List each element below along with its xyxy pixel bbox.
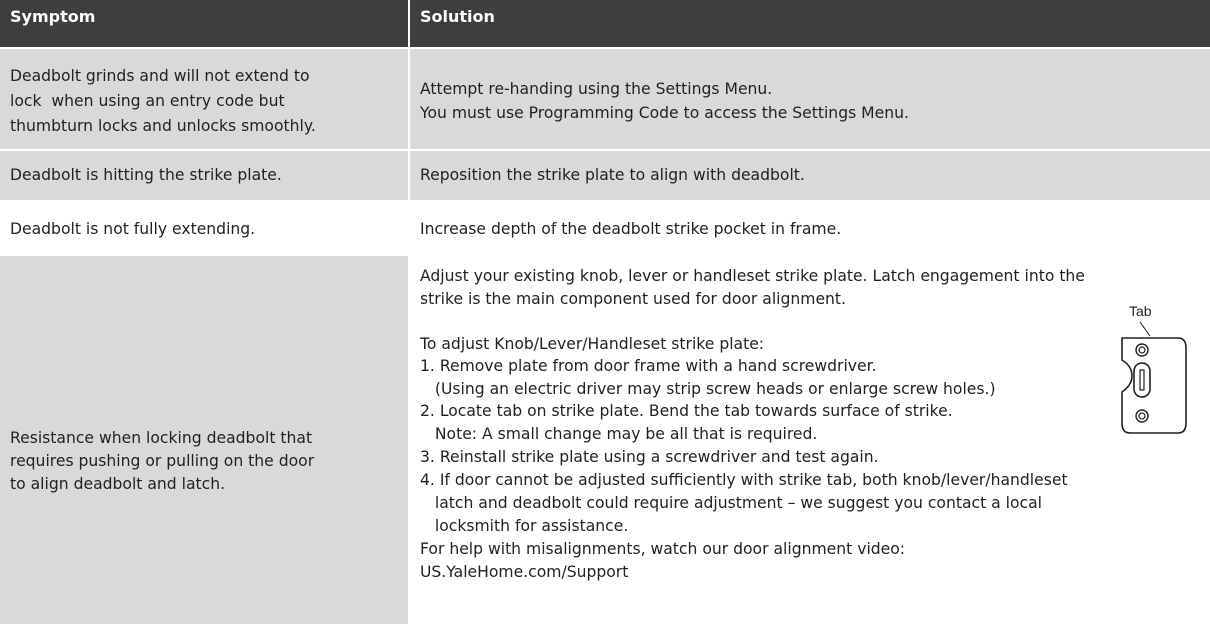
solution-line: 4. If door cannot be adjusted sufficient… xyxy=(420,471,1068,489)
solution-cell: Adjust your existing knob, lever or hand… xyxy=(410,256,1210,624)
solution-line: Note: A small change may be all that is … xyxy=(420,425,818,443)
solution-cell: Reposition the strike plate to align wit… xyxy=(410,151,1210,200)
symptom-line: to align deadbolt and latch. xyxy=(10,475,226,493)
solution-line: To adjust Knob/Lever/Handleset strike pl… xyxy=(420,335,765,353)
solution-line: 1. Remove plate from door frame with a h… xyxy=(420,357,877,375)
solution-line: 2. Locate tab on strike plate. Bend the … xyxy=(420,402,953,420)
table-row: Deadbolt is hitting the strike plate. Re… xyxy=(0,151,1210,200)
solution-line: Increase depth of the deadbolt strike po… xyxy=(420,220,842,238)
table-row: Resistance when locking deadbolt that re… xyxy=(0,256,1210,624)
solution-line: locksmith for assistance. xyxy=(420,517,629,535)
symptom-line: thumbturn locks and unlocks smoothly. xyxy=(10,117,316,135)
solution-cell: Attempt re-handing using the Settings Me… xyxy=(410,49,1210,149)
solution-line: Reposition the strike plate to align wit… xyxy=(420,166,805,184)
symptom-line: Resistance when locking deadbolt that xyxy=(10,429,313,447)
symptom-cell: Deadbolt is hitting the strike plate. xyxy=(0,151,408,200)
header-solution: Solution xyxy=(410,0,1210,47)
solution-line: 3. Reinstall strike plate using a screwd… xyxy=(420,448,879,466)
solution-line: strike is the main component used for do… xyxy=(420,290,847,308)
solution-line: (Using an electric driver may strip scre… xyxy=(420,380,996,398)
solution-line: Attempt re-handing using the Settings Me… xyxy=(420,80,773,98)
header-symptom: Symptom xyxy=(0,0,408,47)
table-header: Symptom Solution xyxy=(0,0,1210,47)
symptom-line: Deadbolt is not fully extending. xyxy=(10,220,256,238)
solution-line: latch and deadbolt could require adjustm… xyxy=(420,494,1043,512)
table-row: Deadbolt is not fully extending. Increas… xyxy=(0,202,1210,254)
strike-plate-icon xyxy=(1121,321,1187,434)
strike-plate-figure: Tab xyxy=(1110,296,1200,446)
solution-cell: Increase depth of the deadbolt strike po… xyxy=(410,202,1210,254)
solution-line: For help with misalignments, watch our d… xyxy=(420,540,906,558)
symptom-line: requires pushing or pulling on the door xyxy=(10,452,315,470)
symptom-line: Deadbolt is hitting the strike plate. xyxy=(10,166,282,184)
symptom-line: lock when using an entry code but xyxy=(10,92,285,110)
symptom-line: Deadbolt grinds and will not extend to xyxy=(10,67,310,85)
symptom-cell: Deadbolt is not fully extending. xyxy=(0,202,408,254)
solution-line: US.YaleHome.com/Support xyxy=(420,563,629,581)
solution-line: Adjust your existing knob, lever or hand… xyxy=(420,267,1085,285)
symptom-cell: Resistance when locking deadbolt that re… xyxy=(0,256,408,624)
symptom-cell: Deadbolt grinds and will not extend to l… xyxy=(0,49,408,149)
solution-line: You must use Programming Code to access … xyxy=(420,104,909,122)
table-row: Deadbolt grinds and will not extend to l… xyxy=(0,49,1210,149)
